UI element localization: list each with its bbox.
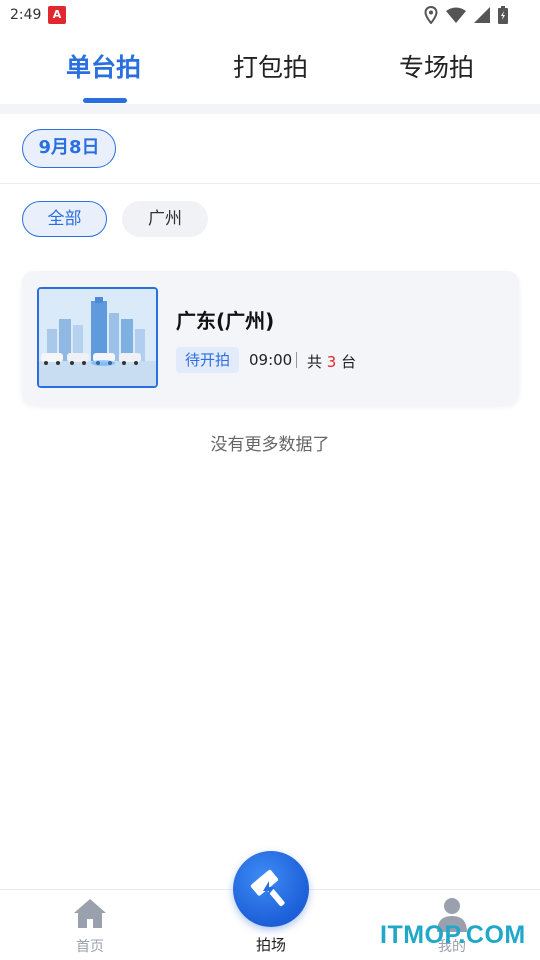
nav-home[interactable]: 首页 <box>30 890 150 960</box>
count-suffix: 台 <box>341 353 357 371</box>
filter-all[interactable]: 全部 <box>22 201 107 237</box>
auction-card[interactable]: 广东(广州) 待开拍 09:00 共 3 台 <box>22 271 519 405</box>
auction-type-tabs: 单台拍 打包拍 专场拍 <box>0 34 540 104</box>
tab-single-auction[interactable]: 单台拍 <box>66 48 141 84</box>
auction-title: 广东(广州) <box>176 309 275 333</box>
gavel-icon <box>250 869 285 907</box>
battery-icon <box>498 6 508 24</box>
divider-line <box>0 183 540 184</box>
city-cars-image <box>39 289 156 386</box>
auction-time: 09:00 <box>249 351 293 369</box>
filter-guangzhou[interactable]: 广州 <box>122 201 208 237</box>
active-tab-indicator <box>83 98 127 103</box>
auction-hall-button[interactable] <box>233 851 309 927</box>
nav-home-label: 首页 <box>76 939 104 955</box>
tab-bundle-auction[interactable]: 打包拍 <box>233 48 308 84</box>
section-divider <box>0 104 540 114</box>
list-end-message: 没有更多数据了 <box>210 435 330 455</box>
count-number: 3 <box>326 353 337 371</box>
auction-status-badge: 待开拍 <box>176 347 240 373</box>
status-bar: 2:49 A <box>0 0 540 32</box>
meta-separator <box>296 352 297 368</box>
vehicle-count: 共 3 台 <box>307 351 356 372</box>
home-icon <box>74 899 106 928</box>
date-chip[interactable]: 9月8日 <box>22 129 116 168</box>
watermark: ITMOP.COM <box>380 921 526 949</box>
wifi-icon <box>446 7 466 23</box>
app-notification-icon: A <box>48 6 66 24</box>
location-icon <box>424 6 438 24</box>
signal-icon <box>474 7 490 23</box>
status-indicators <box>424 6 508 24</box>
count-prefix: 共 <box>307 353 323 371</box>
tab-special-auction[interactable]: 专场拍 <box>399 48 474 84</box>
nav-auction-label: 拍场 <box>255 936 286 954</box>
status-time: 2:49 <box>10 7 42 23</box>
auction-thumbnail <box>37 287 158 388</box>
